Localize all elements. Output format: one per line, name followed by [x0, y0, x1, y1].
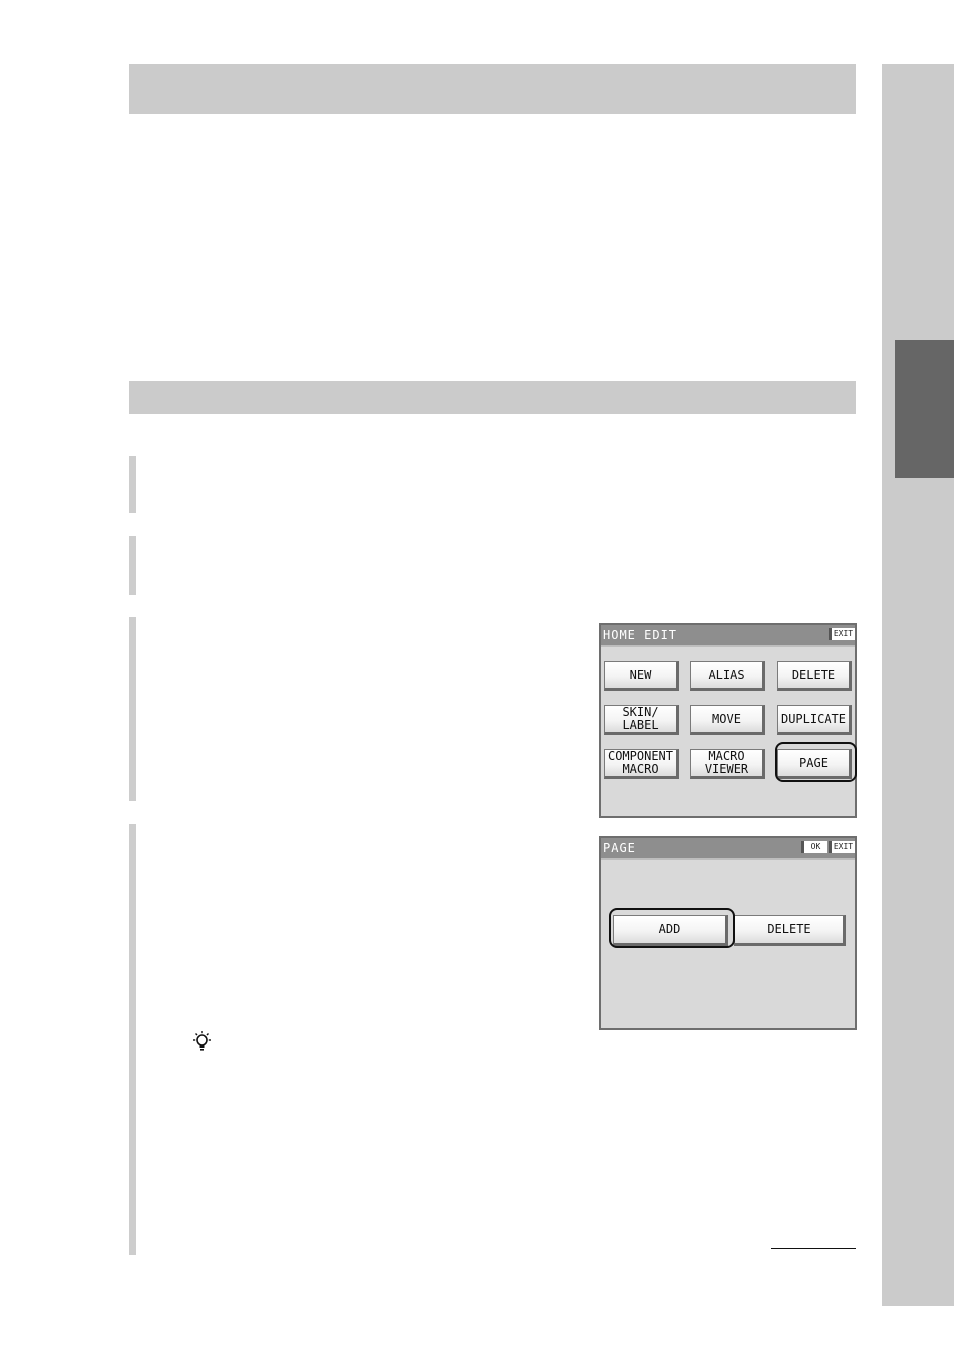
- step-3-rule: [129, 617, 136, 801]
- section-header-bar-2: [129, 381, 856, 414]
- side-chapter-tab: [895, 340, 954, 478]
- page-screen-title: PAGE: [603, 841, 636, 855]
- page-exit-button[interactable]: EXIT: [829, 841, 855, 853]
- section-header-bar-1: [129, 64, 856, 114]
- home-edit-screen: HOME EDIT EXIT NEW ALIAS DELETE SKIN/ LA…: [599, 623, 857, 818]
- step-4-rule: [129, 824, 136, 1255]
- skin-label-button[interactable]: SKIN/ LABEL: [604, 705, 679, 735]
- alias-button[interactable]: ALIAS: [690, 661, 765, 691]
- step-1-rule: [129, 456, 136, 513]
- add-button-highlight: [609, 908, 735, 948]
- duplicate-button[interactable]: DUPLICATE: [777, 705, 852, 735]
- macro-viewer-button[interactable]: MACRO VIEWER: [690, 749, 765, 779]
- home-edit-title: HOME EDIT: [603, 628, 678, 642]
- page-button-highlight: [775, 742, 857, 782]
- page-ok-button[interactable]: OK: [801, 841, 827, 853]
- lightbulb-hint-icon: [193, 1031, 211, 1051]
- move-button[interactable]: MOVE: [690, 705, 765, 735]
- home-edit-exit-button[interactable]: EXIT: [829, 628, 855, 640]
- continued-rule: [771, 1248, 856, 1249]
- page-title-divider: [601, 858, 855, 860]
- delete-button[interactable]: DELETE: [777, 661, 852, 691]
- component-macro-button[interactable]: COMPONENT MACRO: [604, 749, 679, 779]
- new-button[interactable]: NEW: [604, 661, 679, 691]
- side-index-strip: [882, 64, 954, 1306]
- page-delete-button[interactable]: DELETE: [734, 915, 846, 946]
- page-screen: PAGE OK EXIT ADD DELETE: [599, 836, 857, 1030]
- step-2-rule: [129, 536, 136, 595]
- home-edit-title-bar: HOME EDIT: [601, 625, 855, 645]
- home-edit-title-divider: [601, 645, 855, 647]
